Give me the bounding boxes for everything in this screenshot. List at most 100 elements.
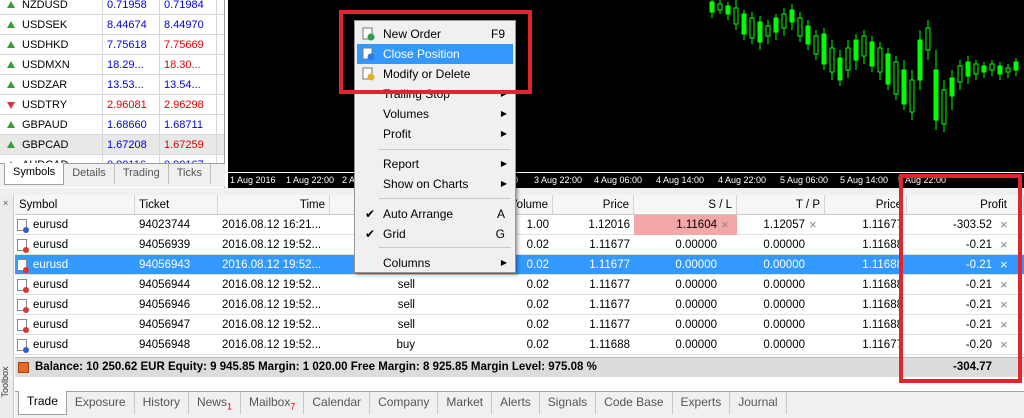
- symbol-label: NZDUSD: [22, 0, 68, 11]
- annotation-box-profit: [899, 174, 1022, 383]
- symbol-label: GBPAUD: [22, 119, 68, 131]
- current-price-cell: 1.11688: [862, 239, 903, 251]
- tp-cell[interactable]: 0.00000: [737, 255, 825, 275]
- menu-item-label: Volumes: [383, 107, 430, 121]
- tp-cell[interactable]: 0.00000: [737, 315, 825, 335]
- tp-cell[interactable]: 0.00000: [737, 235, 825, 255]
- candle-body: [869, 41, 875, 67]
- market-watch-row[interactable]: USDMXN 18.29... 18.30...: [0, 55, 224, 75]
- time-axis-label: 1 Aug 22:00: [286, 175, 335, 185]
- price-cell: 1.11677: [589, 279, 630, 291]
- tab-ticks[interactable]: Ticks: [169, 164, 211, 184]
- tab-journal[interactable]: Journal: [730, 392, 787, 414]
- bid-price: 7.75618: [103, 35, 160, 54]
- col-sl[interactable]: S / L: [634, 195, 737, 215]
- col-price[interactable]: Price: [553, 195, 634, 215]
- market-watch-row[interactable]: USDTRY 2.96081 2.96298: [0, 95, 224, 115]
- sl-cell[interactable]: 0.00000: [634, 235, 737, 255]
- balance-summary-row: Balance: 10 250.62 EUR Equity: 9 945.85 …: [15, 357, 1024, 377]
- sl-cell[interactable]: 0.00000: [634, 295, 737, 315]
- sl-cell[interactable]: 0.00000: [634, 275, 737, 295]
- col-symbol[interactable]: Symbol: [15, 195, 135, 215]
- col-tp[interactable]: T / P: [737, 195, 825, 215]
- tab-company[interactable]: Company: [370, 392, 439, 414]
- menu-item-auto-arrange[interactable]: ✔ Auto Arrange A: [357, 204, 513, 224]
- time-cell: 2016.08.12 19:52...: [222, 299, 322, 311]
- tab-signals[interactable]: Signals: [540, 392, 597, 414]
- tab-news[interactable]: News1: [189, 392, 241, 414]
- submenu-arrow-icon: ▶: [500, 129, 507, 138]
- menu-item-label: Grid: [383, 227, 406, 241]
- sl-cell[interactable]: 0.00000: [634, 335, 737, 355]
- tp-cell[interactable]: 0.00000: [737, 295, 825, 315]
- candle-body: [829, 47, 835, 73]
- tab-label: History: [142, 395, 180, 409]
- candle-body: [957, 65, 963, 83]
- tab-details[interactable]: Details: [64, 164, 115, 184]
- remove-sl-icon[interactable]: ×: [721, 215, 729, 235]
- time-axis-label: 4 Aug 14:00: [656, 175, 705, 185]
- tab-trading[interactable]: Trading: [115, 164, 169, 184]
- tab-label: Calendar: [312, 395, 362, 409]
- tab-trade[interactable]: Trade: [18, 391, 67, 415]
- tab-code-base[interactable]: Code Base: [596, 392, 673, 414]
- candle-body: [813, 35, 819, 55]
- symbol-label: USDHKD: [22, 39, 69, 51]
- candle-body: [893, 61, 899, 95]
- market-watch-row[interactable]: USDSEK 8.44674 8.44970: [0, 15, 224, 35]
- candle-body: [925, 27, 931, 51]
- tp-cell[interactable]: 0.00000: [737, 335, 825, 355]
- trade-row[interactable]: eurusd 94056946 2016.08.12 19:52... sell 0.0…: [15, 295, 1024, 315]
- market-watch-row[interactable]: GBPAUD 1.68660 1.68711: [0, 115, 224, 135]
- candle-body: [877, 47, 883, 73]
- col-ticket[interactable]: Ticket: [135, 195, 218, 215]
- tab-alerts[interactable]: Alerts: [492, 392, 540, 414]
- menu-item-grid[interactable]: ✔ Grid G: [357, 224, 513, 244]
- market-watch-row[interactable]: GBPCAD 1.67208 1.67259: [0, 135, 224, 155]
- sl-cell[interactable]: 0.00000: [634, 315, 737, 335]
- symbol-cell: eurusd: [33, 319, 69, 331]
- trade-row[interactable]: eurusd 94056948 2016.08.12 19:52... buy 0.02…: [15, 335, 1024, 355]
- menu-item-profit[interactable]: Profit ▶: [357, 124, 513, 144]
- tab-experts[interactable]: Experts: [673, 392, 731, 414]
- tab-market[interactable]: Market: [438, 392, 493, 414]
- market-watch-row[interactable]: USDZAR 13.53... 13.54...: [0, 75, 224, 95]
- tab-exposure[interactable]: Exposure: [67, 392, 135, 414]
- remove-tp-icon[interactable]: ×: [809, 215, 817, 235]
- tab-label: Alerts: [500, 395, 531, 409]
- col-current-price[interactable]: Price: [825, 195, 907, 215]
- type-cell: sell: [397, 319, 415, 331]
- market-watch-row[interactable]: NZDUSD 0.71958 0.71984: [0, 0, 224, 15]
- menu-item-report[interactable]: Report ▶: [357, 154, 513, 174]
- trade-row[interactable]: eurusd 94056947 2016.08.12 19:52... sell 0.0…: [15, 315, 1024, 335]
- market-watch-symbol: USDHKD: [0, 35, 103, 54]
- col-time[interactable]: Time: [218, 195, 330, 215]
- trade-row[interactable]: eurusd940569392016.08.12 19:52...sell0.0…: [15, 235, 1024, 255]
- symbol-cell: eurusd: [33, 239, 69, 251]
- menu-item-volumes[interactable]: Volumes ▶: [357, 104, 513, 124]
- tab-mailbox[interactable]: Mailbox7: [241, 392, 305, 414]
- menu-item-show-on-charts[interactable]: Show on Charts ▶: [357, 174, 513, 194]
- sl-cell[interactable]: 0.00000: [634, 255, 737, 275]
- market-watch-tabs: Symbols Details Trading Ticks: [0, 163, 225, 187]
- trade-row[interactable]: eurusd940569432016.08.12 19:52...sell0.0…: [15, 255, 1024, 275]
- time-cell: 2016.08.12 16:21...: [222, 219, 322, 231]
- trade-row[interactable]: eurusd 94056944 2016.08.12 19:52... sell 0.0…: [15, 275, 1024, 295]
- tab-calendar[interactable]: Calendar: [304, 392, 371, 414]
- toolbox-close-icon[interactable]: ×: [3, 198, 8, 208]
- tp-cell[interactable]: 0.00000: [737, 275, 825, 295]
- trade-row[interactable]: eurusd940237442016.08.12 16:21...buy1.00…: [15, 215, 1024, 235]
- tab-label: Trade: [27, 394, 58, 408]
- menu-item-label: Report: [383, 157, 420, 171]
- tab-history[interactable]: History: [135, 392, 189, 414]
- market-watch-row[interactable]: USDHKD 7.75618 7.75669: [0, 35, 224, 55]
- tab-badge: 1: [226, 401, 232, 412]
- order-icon: [17, 279, 29, 293]
- volume-cell: 0.02: [526, 299, 549, 311]
- tab-symbols[interactable]: Symbols: [4, 163, 65, 185]
- time-cell: 2016.08.12 19:52...: [222, 339, 322, 351]
- market-watch-symbol: USDZAR: [0, 75, 103, 94]
- candle-body: [797, 17, 803, 37]
- bid-price: 8.44674: [103, 15, 160, 34]
- menu-item-columns[interactable]: Columns ▶: [357, 253, 513, 273]
